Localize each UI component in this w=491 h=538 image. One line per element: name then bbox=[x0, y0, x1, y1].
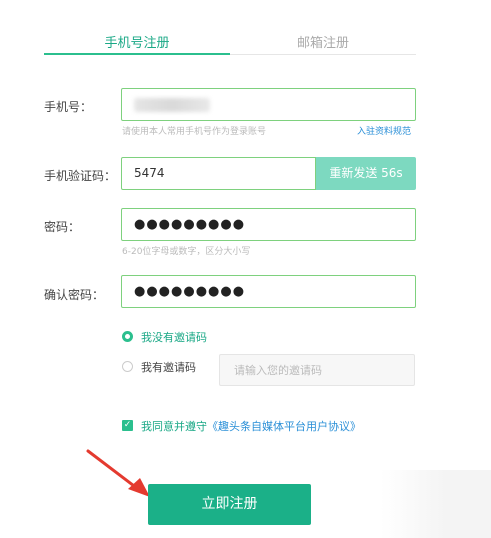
background-fade bbox=[380, 470, 491, 538]
confirm-password-label: 确认密码： bbox=[44, 288, 105, 302]
password-hint: 6-20位字母或数字，区分大小写 bbox=[122, 247, 251, 257]
invite-code-input[interactable]: 请输入您的邀请码 bbox=[219, 354, 415, 386]
tab-divider bbox=[230, 54, 416, 55]
agreement-checkbox[interactable]: ✓ bbox=[122, 420, 133, 431]
password-masked-value: ●●●●●●●●● bbox=[134, 217, 246, 232]
confirm-password-masked-value: ●●●●●●●●● bbox=[134, 284, 246, 299]
register-submit-button[interactable]: 立即注册 bbox=[148, 484, 311, 525]
active-tab-indicator bbox=[44, 53, 230, 55]
registration-guidelines-link[interactable]: 入驻资料规范 bbox=[357, 124, 411, 137]
phone-hint: 请使用本人常用手机号作为登录账号 bbox=[122, 127, 267, 137]
tab-phone-register[interactable]: 手机号注册 bbox=[44, 32, 230, 51]
verification-code-label: 手机验证码： bbox=[44, 169, 117, 183]
no-invite-code-radio[interactable] bbox=[122, 331, 133, 342]
has-invite-code-radio[interactable] bbox=[122, 361, 133, 372]
no-invite-code-label[interactable]: 我没有邀请码 bbox=[141, 329, 207, 345]
phone-label: 手机号： bbox=[44, 100, 93, 114]
phone-number-blurred bbox=[134, 98, 210, 112]
user-agreement-link[interactable]: 《趣头条自媒体平台用户协议》 bbox=[207, 420, 361, 433]
agreement-text: 我同意并遵守《趣头条自媒体平台用户协议》 bbox=[141, 418, 361, 434]
password-label: 密码： bbox=[44, 220, 81, 234]
phone-input[interactable] bbox=[121, 88, 416, 121]
agreement-prefix: 我同意并遵守 bbox=[141, 420, 207, 433]
verification-code-input[interactable]: 5474 bbox=[121, 157, 316, 190]
confirm-password-input[interactable]: ●●●●●●●●● bbox=[121, 275, 416, 308]
resend-code-button[interactable]: 重新发送 56s bbox=[316, 157, 416, 190]
tab-email-register[interactable]: 邮箱注册 bbox=[230, 32, 416, 51]
has-invite-code-label[interactable]: 我有邀请码 bbox=[141, 359, 196, 375]
password-input[interactable]: ●●●●●●●●● bbox=[121, 208, 416, 241]
